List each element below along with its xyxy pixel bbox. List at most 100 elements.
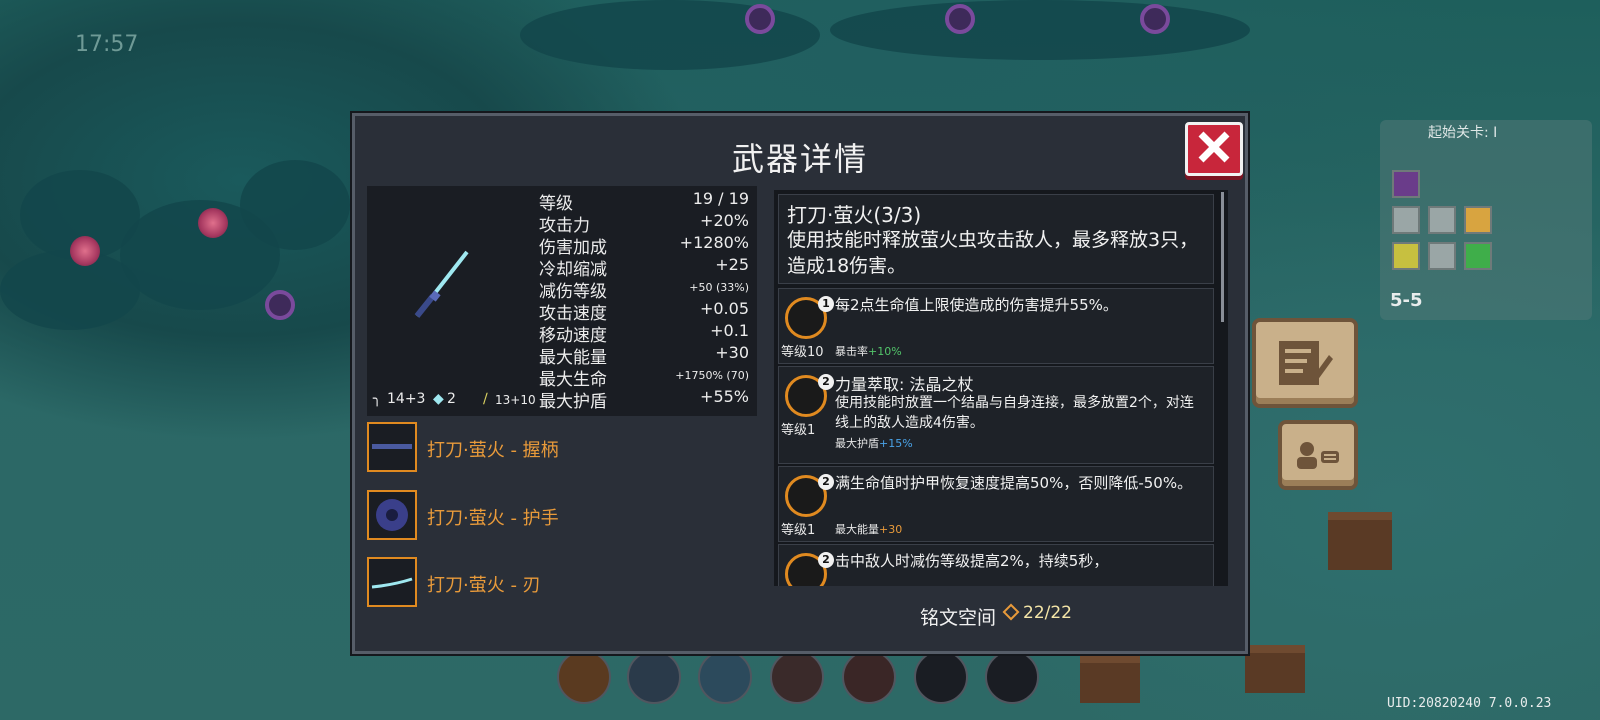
part-item-grip[interactable]: 打刀·萤火 - 握柄	[367, 422, 757, 476]
minimap-room	[1428, 242, 1456, 270]
notebook-pen-icon	[1279, 341, 1333, 385]
blade-icon	[367, 557, 417, 607]
part-item-guard[interactable]: 打刀·萤火 - 护手	[367, 490, 757, 544]
inscription-badge-icon: 1	[785, 296, 834, 339]
panel-title: 武器详情	[731, 140, 868, 178]
bush	[240, 160, 350, 250]
inscription-count: 2	[818, 552, 834, 568]
blade-stat-icon: ╮	[373, 391, 382, 407]
inscription-bonus: 最大能量+30	[835, 523, 903, 536]
stat-value: +0.05	[699, 299, 749, 318]
inscription-level: 等级1	[781, 423, 816, 438]
inscription-set-card: 打刀·萤火(3/3) 使用技能时释放萤火虫攻击敌人，最多释放3只，造成18伤害。	[778, 194, 1214, 284]
minimap-room	[1392, 170, 1420, 198]
inscription-space-count: 22/22	[1023, 603, 1072, 623]
stat-row: 攻击速度 +0.05	[539, 299, 749, 324]
katana-icon	[414, 250, 469, 318]
inscription-set-desc: 使用技能时释放萤火虫攻击敌人，最多释放3只，造成18伤害。	[787, 229, 1199, 277]
weapon-details-panel: 武器详情 等级 19 / 19 攻击力 +20% 伤害加成 +1280% 冷却缩…	[352, 113, 1248, 654]
inscription-count: 2	[818, 474, 834, 490]
skill-slot[interactable]	[985, 650, 1039, 704]
swirl-plant	[945, 4, 975, 34]
inscription-desc: 使用技能时放置一个结晶与自身连接，最多放置2个，对连线上的敌人造成4伤害。	[835, 395, 1194, 431]
inscription-count: 2	[818, 374, 834, 390]
inscription-badge-icon: 2	[785, 474, 834, 517]
inscription-bonus: 暴击率+10%	[835, 345, 902, 358]
stat-value: +0.1	[710, 321, 749, 340]
skill-slot[interactable]	[627, 650, 681, 704]
speed-stat: 13+10	[495, 393, 536, 407]
inscription-list[interactable]: 打刀·萤火(3/3) 使用技能时释放萤火虫攻击敌人，最多释放3只，造成18伤害。…	[774, 190, 1228, 586]
bush	[520, 0, 820, 70]
stat-value: +25	[715, 255, 749, 274]
stat-row: 最大生命 +1750% (70)	[539, 365, 749, 390]
inscription-badge-icon: 2	[785, 374, 834, 417]
wooden-crate	[1328, 512, 1392, 570]
skill-slot[interactable]	[770, 650, 824, 704]
minimap-chest-room	[1464, 206, 1492, 234]
swirl-plant	[265, 290, 295, 320]
minimap-current-room	[1464, 242, 1492, 270]
inscription-bonus: 最大护盾+15%	[835, 437, 913, 450]
stat-row: 伤害加成 +1280%	[539, 233, 749, 258]
inscription-diamond-icon	[1002, 603, 1020, 621]
part-item-blade[interactable]: 打刀·萤火 - 刃	[367, 557, 757, 611]
inscription-level: 等级10	[781, 345, 824, 360]
inscription-card[interactable]: 2 击中敌人时减伤等级提高2%，持续5秒，	[778, 544, 1214, 586]
close-button[interactable]	[1185, 122, 1243, 176]
profile-button[interactable]	[1278, 420, 1358, 490]
minimap-level: 5-5	[1390, 290, 1423, 311]
minimap-room	[1428, 206, 1456, 234]
inscription-desc: 每2点生命值上限使造成的伤害提升55%。	[835, 296, 1118, 314]
inscription-set-title: 打刀·萤火(3/3)	[787, 203, 922, 227]
inscription-space-label: 铭文空间	[920, 607, 997, 629]
stat-row: 等级 19 / 19	[539, 189, 749, 214]
inscription-card[interactable]: 2 等级1 力量萃取: 法晶之杖 使用技能时放置一个结晶与自身连接，最多放置2个…	[778, 366, 1214, 464]
weapon-stats-box: 等级 19 / 19 攻击力 +20% 伤害加成 +1280% 冷却缩减 +25…	[367, 186, 757, 416]
scrollbar[interactable]	[1221, 192, 1224, 322]
id-card-icon	[1297, 442, 1339, 469]
bush	[0, 250, 140, 330]
stat-row: 减伤等级 +50 (33%)	[539, 277, 749, 302]
crystal-stat-icon: ◆	[433, 391, 444, 407]
inscription-card[interactable]: 2 等级1 满生命值时护甲恢复速度提高50%，否则降低-50%。 最大能量+30	[778, 466, 1214, 542]
minimap-title: 起始关卡: I	[1428, 125, 1498, 141]
wooden-crate	[1080, 655, 1140, 703]
stat-value: +55%	[700, 387, 749, 406]
stat-value: +20%	[700, 211, 749, 230]
blade-stat: 14+3	[387, 391, 426, 407]
stat-value: +1750% (70)	[675, 369, 749, 382]
flower	[70, 236, 100, 266]
stat-row: 冷却缩减 +25	[539, 255, 749, 280]
notes-button[interactable]	[1252, 318, 1358, 408]
guard-icon	[367, 490, 417, 540]
clock: 17:57	[75, 32, 139, 57]
stat-value: +1280%	[679, 233, 749, 252]
stat-row: 移动速度 +0.1	[539, 321, 749, 346]
minimap-room	[1392, 206, 1420, 234]
swirl-plant	[745, 4, 775, 34]
stat-row: 最大能量 +30	[539, 343, 749, 368]
inscription-level: 等级1	[781, 523, 816, 538]
close-icon	[1198, 131, 1230, 163]
stat-value: +30	[715, 343, 749, 362]
minimap[interactable]: 起始关卡: I 5-5	[1380, 120, 1592, 320]
stat-label: 最大护盾	[539, 392, 607, 412]
inscription-card[interactable]: 1 等级10 每2点生命值上限使造成的伤害提升55%。 暴击率+10%	[778, 288, 1214, 364]
wooden-crate	[1245, 645, 1305, 693]
inscription-badge-icon: 2	[785, 552, 834, 586]
minimap-room	[1392, 242, 1420, 270]
inscription-count: 1	[818, 296, 834, 312]
skill-slot[interactable]	[557, 650, 611, 704]
part-label: 打刀·萤火 - 刃	[427, 575, 541, 596]
crystal-stat: 2	[447, 391, 456, 407]
stat-row: 最大护盾 +55%	[539, 387, 749, 412]
skill-slot[interactable]	[914, 650, 968, 704]
stat-value: 19 / 19	[692, 189, 749, 208]
skill-slot[interactable]	[842, 650, 896, 704]
uid-version: UID:20820240 7.0.0.23	[1387, 696, 1552, 711]
stat-row: 攻击力 +20%	[539, 211, 749, 236]
speed-stat-icon: ∕	[483, 391, 488, 407]
skill-slot[interactable]	[698, 650, 752, 704]
inscription-title: 力量萃取: 法晶之杖	[835, 375, 974, 394]
